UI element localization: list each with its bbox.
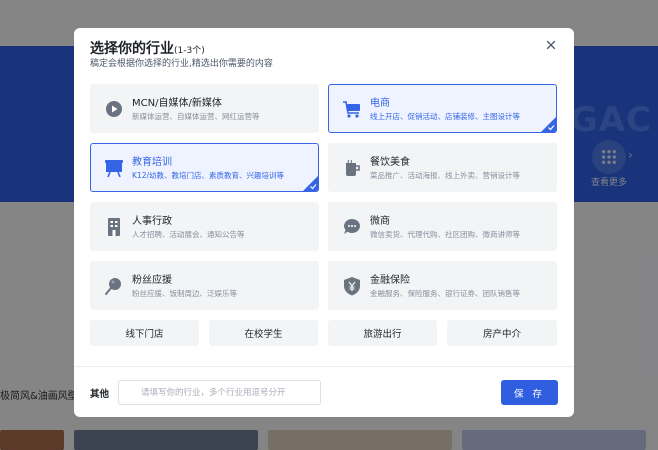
play-video-icon	[106, 101, 122, 117]
footer-divider	[74, 366, 574, 367]
checkmark-icon	[303, 176, 318, 191]
industry-chip-offline-store[interactable]: 线下门店	[90, 320, 199, 346]
save-button[interactable]: 保 存	[501, 380, 558, 405]
industry-select-dialog: 选择你的行业(1-3个) 稿定会根据你选择的行业,精选出你需要的内容 MCN/自…	[74, 28, 574, 417]
industry-card-ecommerce[interactable]: 电商 线上开店、促销活动、店铺装修、主图设计等	[328, 84, 557, 133]
industry-card-desc: 微信卖货、代理代购、社区团购、微商讲师等	[370, 230, 520, 239]
industry-card-title: 金融保险	[370, 275, 410, 286]
industry-card-title: 粉丝应援	[132, 275, 172, 286]
industry-card-title: 电商	[370, 98, 390, 109]
industry-chip-real-estate[interactable]: 房产中介	[447, 320, 557, 346]
dialog-subtitle: 稿定会根据你选择的行业,精选出你需要的内容	[90, 59, 273, 69]
dialog-title-hint: (1-3个)	[174, 46, 205, 56]
industry-card-hr[interactable]: 人事行政 人才招聘、活动展会、通知公告等	[90, 202, 319, 251]
industry-card-finance[interactable]: 金融保险 金融服务、保险服务、银行证券、团队销售等	[328, 261, 557, 310]
industry-card-title: 餐饮美食	[370, 157, 410, 168]
dialog-title-text: 选择你的行业	[90, 41, 174, 57]
chat-bubble-icon	[344, 219, 360, 234]
industry-card-title: 微商	[370, 216, 390, 227]
shopping-cart-icon	[343, 101, 360, 118]
industry-chip-student[interactable]: 在校学生	[209, 320, 318, 346]
close-icon[interactable]	[544, 38, 558, 52]
checkmark-icon	[541, 117, 556, 132]
yen-shield-icon	[344, 277, 360, 296]
office-building-icon	[108, 218, 120, 236]
food-cup-icon	[346, 159, 360, 176]
blackboard-icon	[105, 160, 123, 178]
industry-card-desc: 金融服务、保险服务、银行证券、团队销售等	[370, 289, 520, 298]
industry-card-food[interactable]: 餐饮美食 菜品推广、活动海报、线上外卖、营销设计等	[328, 143, 557, 192]
industry-card-education[interactable]: 教育培训 K12/幼教、教培门店、素质教育、兴趣培训等	[90, 143, 319, 192]
industry-card-desc: 粉丝应援、饭制周边、泛娱乐等	[132, 289, 237, 298]
other-industry-input[interactable]	[118, 380, 321, 405]
industry-card-title: 人事行政	[132, 216, 172, 227]
industry-card-desc: 线上开店、促销活动、店铺装修、主图设计等	[370, 112, 520, 121]
industry-card-fan-support[interactable]: 粉丝应援 粉丝应援、饭制周边、泛娱乐等	[90, 261, 319, 310]
industry-chip-travel[interactable]: 旅游出行	[328, 320, 437, 346]
dialog-title: 选择你的行业(1-3个)	[90, 38, 205, 58]
industry-card-desc: 人才招聘、活动展会、通知公告等	[132, 230, 245, 239]
industry-card-desc: 新媒体运营、自媒体运营、网红运营等	[132, 112, 260, 121]
industry-card-desc: 菜品推广、活动海报、线上外卖、营销设计等	[370, 171, 520, 180]
industry-card-wechat-business[interactable]: 微商 微信卖货、代理代购、社区团购、微商讲师等	[328, 202, 557, 251]
other-label: 其他	[90, 389, 110, 400]
lollipop-icon	[105, 278, 121, 295]
industry-card-title: 教育培训	[132, 157, 172, 168]
industry-card-title: MCN/自媒体/新媒体	[132, 98, 222, 109]
industry-card-mcn[interactable]: MCN/自媒体/新媒体 新媒体运营、自媒体运营、网红运营等	[90, 84, 319, 133]
industry-card-desc: K12/幼教、教培门店、素质教育、兴趣培训等	[132, 171, 284, 180]
